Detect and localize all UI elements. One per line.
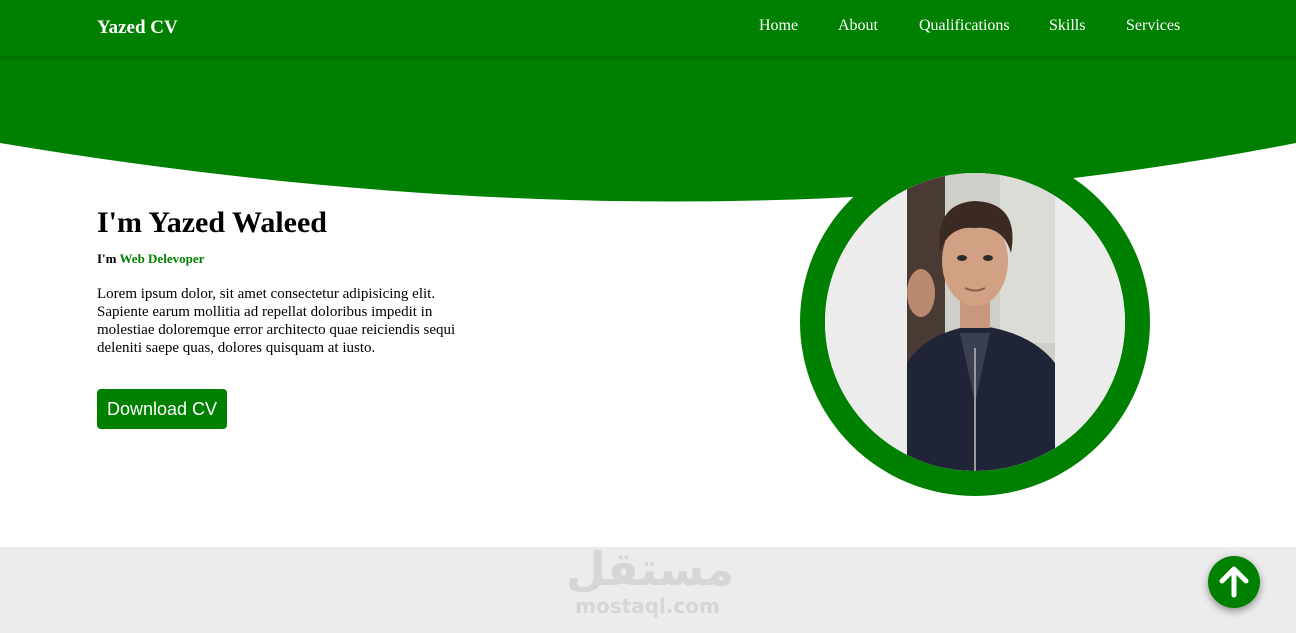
nav-services[interactable]: Services <box>1126 17 1180 35</box>
hero-description: Lorem ipsum dolor, sit amet consectetur … <box>97 286 456 356</box>
profile-photo-image <box>825 173 1125 471</box>
hero-text: I'm Yazed Waleed I'm Web Delevoper Lorem… <box>97 205 477 357</box>
nav-skills[interactable]: Skills <box>1049 17 1085 35</box>
hero-subtitle: I'm Web Delevoper <box>97 251 477 267</box>
nav-home[interactable]: Home <box>759 17 798 35</box>
watermark-arabic: مستقل <box>565 542 735 596</box>
download-cv-button[interactable]: Download CV <box>97 389 227 429</box>
nav-links: Home About Qualifications Skills Service… <box>0 17 1296 41</box>
watermark-latin: mostaql.com <box>575 594 720 618</box>
scroll-to-top-button[interactable] <box>1208 556 1260 608</box>
profile-photo-ring <box>800 148 1150 496</box>
profile-photo <box>825 173 1125 471</box>
arrow-up-icon <box>1219 566 1249 598</box>
subtitle-prefix: I'm <box>97 251 120 266</box>
subtitle-role: Web Delevoper <box>119 251 205 266</box>
hero-title: I'm Yazed Waleed <box>97 206 327 239</box>
nav-qualifications[interactable]: Qualifications <box>919 17 1010 35</box>
navbar: Yazed CV Home About Qualifications Skill… <box>0 0 1296 56</box>
nav-about[interactable]: About <box>838 17 878 35</box>
